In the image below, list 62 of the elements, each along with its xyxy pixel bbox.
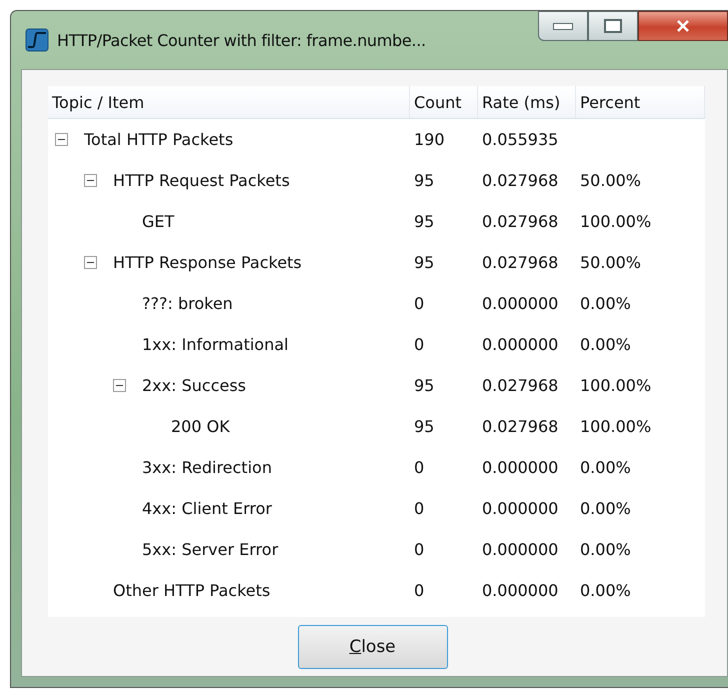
table-cell: 0.00% [580, 540, 631, 559]
column-header[interactable]: Percent [576, 86, 705, 118]
table-cell: 0.000000 [482, 458, 558, 477]
maximize-button[interactable] [588, 11, 638, 41]
table-cell: 0.000000 [482, 499, 558, 518]
tree-item: ???: broken [142, 294, 233, 313]
waveform-icon [25, 28, 49, 52]
table-cell: 0 [414, 294, 424, 313]
tree-item: 200 OK [171, 417, 230, 436]
window-title: HTTP/Packet Counter with filter: frame.numbe... [57, 30, 426, 50]
tree-item: Other HTTP Packets [113, 581, 270, 600]
table-cell: 0.055935 [482, 130, 558, 149]
tree-item: 1xx: Informational [142, 335, 288, 354]
table-cell: 0.027968 [482, 376, 558, 395]
table-cell: 100.00% [580, 212, 652, 231]
column-header[interactable]: Rate (ms) [478, 86, 576, 118]
column-header[interactable]: Count [410, 86, 478, 118]
tree-item: 4xx: Client Error [142, 499, 272, 518]
table-cell: 0.027968 [482, 253, 558, 272]
table-cell: 0.000000 [482, 294, 558, 313]
column-header[interactable]: Topic / Item [48, 86, 410, 118]
table-cell: 0 [414, 499, 424, 518]
table-cell: 50.00% [580, 171, 642, 190]
table-cell: 95 [414, 376, 434, 395]
table-cell: 100.00% [580, 417, 652, 436]
minimize-button[interactable] [538, 11, 588, 41]
table-cell: 0.000000 [482, 581, 558, 600]
tree-item: GET [142, 212, 174, 231]
table-cell: 0.00% [580, 499, 631, 518]
close-dialog-button[interactable]: Close [298, 625, 448, 669]
close-button[interactable] [638, 11, 728, 41]
table-cell: 0.00% [580, 335, 631, 354]
table-cell: 95 [414, 417, 434, 436]
table-cell: 0 [414, 335, 424, 354]
table-cell: 0 [414, 581, 424, 600]
table-cell: 0 [414, 458, 424, 477]
table-cell: 95 [414, 171, 434, 190]
table-cell: 0.00% [580, 458, 631, 477]
close-icon [676, 20, 690, 32]
table-cell: 0.00% [580, 581, 631, 600]
table-cell: 0.000000 [482, 335, 558, 354]
collapse-toggle[interactable] [84, 256, 97, 269]
table-cell: 0.027968 [482, 171, 558, 190]
tree-item: 3xx: Redirection [142, 458, 272, 477]
table-cell: 0.027968 [482, 212, 558, 231]
collapse-toggle[interactable] [113, 379, 126, 392]
table-cell: 0.000000 [482, 540, 558, 559]
table-cell: 190 [414, 130, 445, 149]
table-cell: 50.00% [580, 253, 642, 272]
table-cell: 100.00% [580, 376, 652, 395]
tree-item: HTTP Request Packets [113, 171, 290, 190]
table-cell: 0.027968 [482, 417, 558, 436]
table-cell: 0.00% [580, 294, 631, 313]
tree-item: 5xx: Server Error [142, 540, 278, 559]
tree-item: Total HTTP Packets [84, 130, 234, 149]
table-cell: 95 [414, 212, 434, 231]
table-cell: 0 [414, 540, 424, 559]
table-cell: 95 [414, 253, 434, 272]
collapse-toggle[interactable] [84, 174, 97, 187]
collapse-toggle[interactable] [55, 133, 68, 146]
tree-item: 2xx: Success [142, 376, 246, 395]
tree-item: HTTP Response Packets [113, 253, 302, 272]
